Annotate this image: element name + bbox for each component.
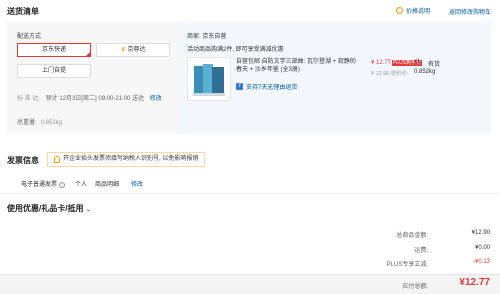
- total-weight-value: 0.852kg: [40, 120, 63, 126]
- invoice-content: 商品明细: [95, 182, 120, 188]
- crown-icon: ♛: [120, 47, 126, 53]
- coupon-title: 使用优惠/礼品卡/抵用: [7, 204, 84, 213]
- shipping-method-label: 配送方式: [17, 34, 42, 40]
- pay-total-value: ¥12.77: [459, 277, 490, 288]
- goods-total-label: 总商品金额:: [396, 233, 428, 239]
- return-policy: 7 支持7天无理由退货: [236, 82, 297, 91]
- invoice-tip: 开企业抬头发票须填写纳税人识别号, 以免影响报销: [47, 152, 206, 167]
- jd-zunda-label: 京尊达: [127, 47, 146, 53]
- chevron-down-icon: ⌄: [85, 206, 92, 213]
- invoice-title: 发票信息: [7, 156, 39, 165]
- promo-text: 活动商品购满2件, 即可享受满减优惠: [187, 47, 284, 53]
- modify-delivery-link[interactable]: 修改: [150, 96, 162, 102]
- product-original-price: ¥ 12.90 原价价: [371, 71, 408, 77]
- info-icon: !: [396, 7, 403, 14]
- product-weight: 0.852kg: [414, 69, 436, 75]
- standard-delivery-label: 标 准 达:: [17, 96, 41, 102]
- seller-label: 商家: 京东自营: [187, 34, 227, 40]
- price-note-link[interactable]: ! 价格说明: [396, 6, 430, 15]
- modify-invoice-link[interactable]: 修改: [131, 179, 143, 188]
- 7-day-return-icon: 7: [236, 83, 243, 90]
- invoice-header-type: 个人: [75, 182, 88, 188]
- back-to-cart-link[interactable]: 返回修改购物车: [449, 7, 491, 16]
- product-price-value: ¥ 12.77: [371, 60, 392, 66]
- help-icon[interactable]: ?: [59, 182, 66, 188]
- product-quantity: x1: [414, 59, 421, 65]
- invoice-type-label: 电子普通发票: [21, 182, 58, 188]
- jd-zunda-option[interactable]: ♛ 京尊达: [96, 43, 170, 57]
- invoice-type: 电子普通发票?: [21, 179, 66, 188]
- jd-express-option[interactable]: 京东快递: [17, 43, 91, 57]
- return-policy-label: 支持7天无理由退货: [246, 85, 298, 91]
- lightbulb-icon: [54, 156, 60, 163]
- product-image[interactable]: [187, 57, 231, 101]
- freight-value: ¥0.00: [474, 245, 490, 251]
- plus-discount-label: PLUS专享立减:: [386, 262, 428, 268]
- coupon-toggle[interactable]: 使用优惠/礼品卡/抵用 ⌄: [7, 203, 91, 214]
- plus-discount-value: -¥0.13: [472, 259, 490, 265]
- standard-delivery-time: 预计 12月3日[周二] 09:00-21:00 送达: [45, 96, 145, 102]
- self-pickup-option[interactable]: 上门自提: [17, 64, 91, 78]
- pay-total-label: 应付总额:: [402, 284, 428, 290]
- standard-delivery-row: 标 准 达: 预计 12月3日[周二] 09:00-21:00 送达 修改: [17, 93, 162, 102]
- total-weight-label: 总重量:: [17, 120, 37, 126]
- divider: [0, 193, 500, 194]
- page-title: 送货清单: [7, 7, 39, 16]
- total-weight-row: 总重量: 0.852kg: [17, 117, 62, 126]
- product-name[interactable]: 自营包邮 自防文学三部曲: 瓦尔登湖 + 寂静的春天 + 沙乡年鉴 (全3册): [236, 58, 358, 74]
- goods-total-value: ¥12.90: [471, 230, 490, 236]
- price-note-label: 价格说明: [406, 9, 431, 15]
- product-stock-status: 有货: [428, 62, 441, 68]
- invoice-tip-text: 开企业抬头发票须填写纳税人识别号, 以免影响报销: [63, 156, 199, 162]
- freight-label: 运费:: [414, 248, 428, 254]
